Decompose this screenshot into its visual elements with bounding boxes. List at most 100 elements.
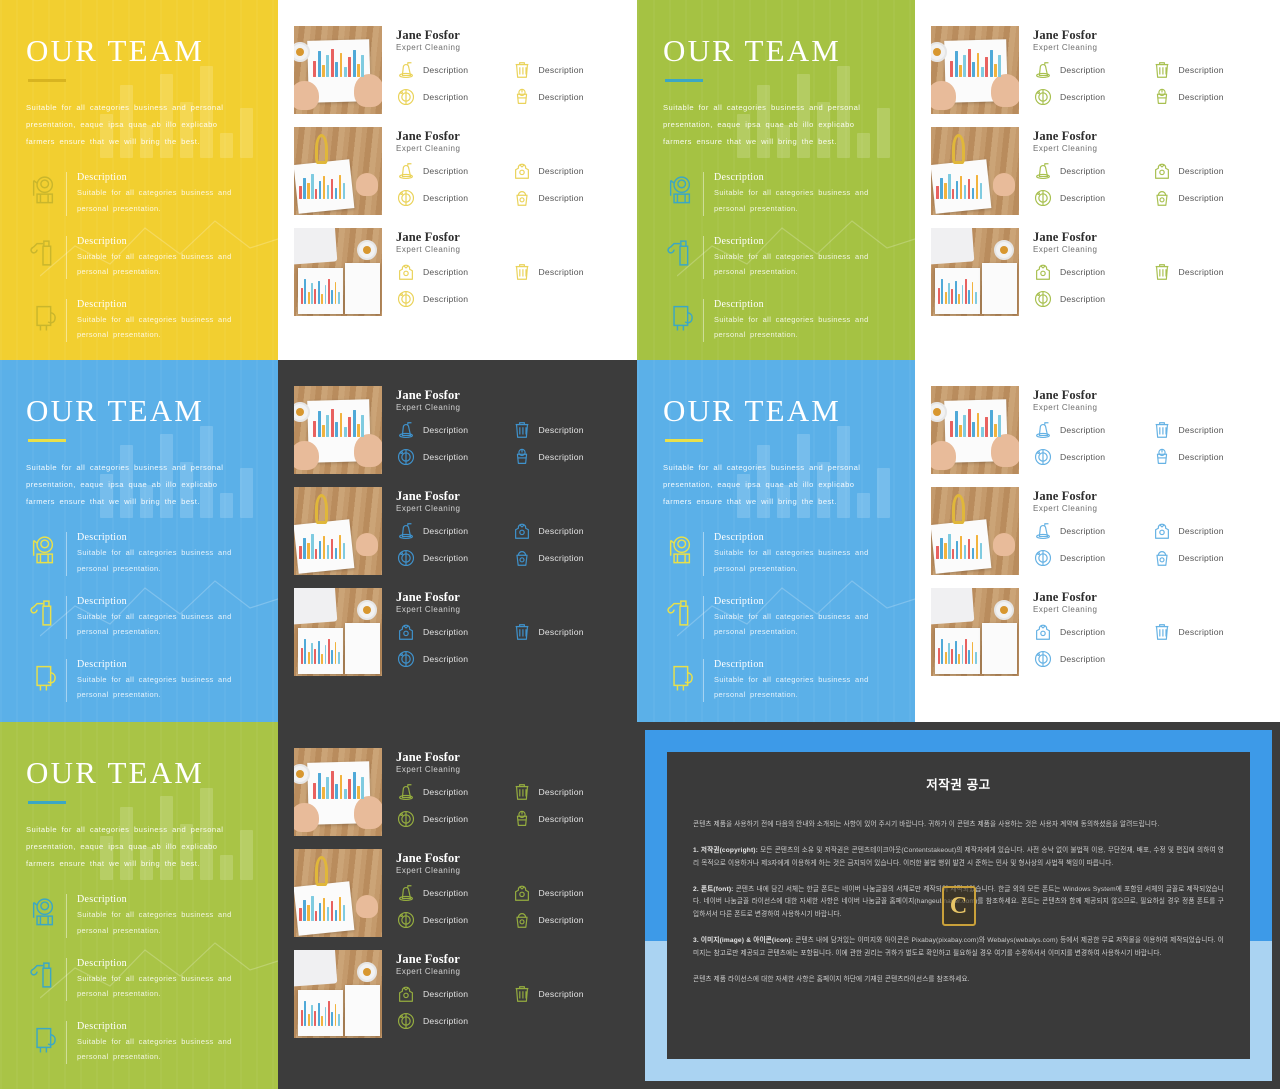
service-item-label: Description: [423, 553, 469, 564]
slide-copyright[interactable]: 저작권 공고 콘텐츠 제품을 사용하기 전에 다음의 안내와 소개되는 사항이 …: [637, 722, 1280, 1089]
feature-item[interactable]: Description Suitable for all categories …: [26, 299, 252, 343]
service-item[interactable]: Description: [512, 883, 624, 903]
title-rule: [28, 439, 66, 443]
service-item[interactable]: Description: [396, 1011, 508, 1031]
service-item-label: Description: [1178, 65, 1224, 76]
service-item[interactable]: Description: [1152, 420, 1267, 440]
feature-item[interactable]: Description Suitable for all categories …: [26, 235, 252, 280]
service-item[interactable]: Description: [1152, 87, 1267, 107]
service-item-label: Description: [1178, 267, 1224, 278]
service-item[interactable]: Description: [512, 910, 624, 930]
service-item[interactable]: Description: [1033, 622, 1148, 642]
service-item[interactable]: Description: [396, 60, 508, 80]
service-item[interactable]: Description: [1152, 521, 1267, 541]
slide-green[interactable]: OUR TEAM Suitable for all categories bus…: [637, 0, 1280, 360]
feature-item[interactable]: Description Suitable for all categories …: [26, 659, 252, 703]
service-item[interactable]: Description: [512, 262, 624, 282]
member-card[interactable]: Jane Fosfor Expert Cleaning Description Des…: [294, 26, 623, 114]
feature-item[interactable]: Description Suitable for all categories …: [26, 1021, 252, 1065]
member-card[interactable]: Jane Fosfor Expert Cleaning Description Des…: [294, 588, 623, 676]
service-item[interactable]: Description: [396, 984, 508, 1004]
service-item[interactable]: Description: [512, 60, 624, 80]
feature-item[interactable]: Description Suitable for all categories …: [663, 595, 889, 640]
feature-item[interactable]: Description Suitable for all categories …: [663, 659, 889, 703]
service-item[interactable]: Description: [396, 883, 508, 903]
service-item[interactable]: Description: [396, 910, 508, 930]
divider: [66, 532, 67, 576]
slide-yellow[interactable]: OUR TEAM Suitable for all categories bus…: [0, 0, 637, 360]
feature-item[interactable]: Description Suitable for all categories …: [26, 532, 252, 576]
feature-item[interactable]: Description Suitable for all categories …: [663, 299, 889, 343]
service-item[interactable]: Description: [1033, 87, 1148, 107]
left-panel: OUR TEAM Suitable for all categories bus…: [637, 360, 915, 722]
service-item[interactable]: Description: [396, 521, 508, 541]
member-card[interactable]: Jane Fosfor Expert Cleaning Description Des…: [931, 127, 1266, 215]
member-card[interactable]: Jane Fosfor Expert Cleaning Description Des…: [931, 26, 1266, 114]
member-card[interactable]: Jane Fosfor Expert Cleaning Description Des…: [931, 228, 1266, 316]
member-card[interactable]: Jane Fosfor Expert Cleaning Description Des…: [294, 748, 623, 836]
service-item[interactable]: Description: [512, 984, 624, 1004]
member-card[interactable]: Jane Fosfor Expert Cleaning Description Des…: [931, 588, 1266, 676]
feature-item[interactable]: Description Suitable for all categories …: [26, 172, 252, 216]
member-card[interactable]: Jane Fosfor Expert Cleaning Description Des…: [931, 386, 1266, 474]
service-item[interactable]: Description: [1033, 420, 1148, 440]
service-item[interactable]: Description: [1152, 622, 1267, 642]
service-item[interactable]: Description: [1152, 447, 1267, 467]
service-item[interactable]: Description: [512, 521, 624, 541]
service-item[interactable]: Description: [396, 262, 508, 282]
service-item[interactable]: Description: [1152, 188, 1267, 208]
service-item[interactable]: Description: [1033, 649, 1148, 669]
service-item[interactable]: Description: [396, 447, 508, 467]
feature-item[interactable]: Description Suitable for all categories …: [26, 894, 252, 938]
feature-item[interactable]: Description Suitable for all categories …: [26, 957, 252, 1002]
hand-wipe-icon: [663, 299, 697, 333]
service-item[interactable]: Description: [1152, 161, 1267, 181]
service-item[interactable]: Description: [512, 188, 624, 208]
member-card[interactable]: Jane Fosfor Expert Cleaning Description Des…: [294, 950, 623, 1038]
service-item[interactable]: Description: [396, 622, 508, 642]
member-info: Jane Fosfor Expert Cleaning Description Des…: [396, 487, 623, 575]
member-card[interactable]: Jane Fosfor Expert Cleaning Description Des…: [931, 487, 1266, 575]
member-card[interactable]: Jane Fosfor Expert Cleaning Description Des…: [294, 849, 623, 937]
slide-blue-white[interactable]: OUR TEAM Suitable for all categories bus…: [637, 360, 1280, 722]
service-item[interactable]: Description: [512, 447, 624, 467]
service-item[interactable]: Description: [512, 548, 624, 568]
service-item[interactable]: Description: [512, 622, 624, 642]
service-item[interactable]: Description: [1152, 262, 1267, 282]
service-item[interactable]: Description: [396, 809, 508, 829]
service-item[interactable]: Description: [1033, 521, 1148, 541]
service-item[interactable]: Description: [1033, 289, 1148, 309]
service-item[interactable]: Description: [512, 809, 624, 829]
service-item[interactable]: Description: [396, 87, 508, 107]
service-item[interactable]: Description: [1033, 447, 1148, 467]
service-item[interactable]: Description: [512, 420, 624, 440]
member-card[interactable]: Jane Fosfor Expert Cleaning Description Des…: [294, 228, 623, 316]
feature-item[interactable]: Description Suitable for all categories …: [663, 235, 889, 280]
member-card[interactable]: Jane Fosfor Expert Cleaning Description Des…: [294, 487, 623, 575]
service-item[interactable]: Description: [396, 161, 508, 181]
service-item[interactable]: Description: [396, 782, 508, 802]
service-item[interactable]: Description: [1152, 60, 1267, 80]
service-item[interactable]: Description: [396, 289, 508, 309]
slide-green-dark[interactable]: OUR TEAM Suitable for all categories bus…: [0, 722, 637, 1089]
service-item[interactable]: Description: [396, 420, 508, 440]
member-card[interactable]: Jane Fosfor Expert Cleaning Description Des…: [294, 386, 623, 474]
feature-item[interactable]: Description Suitable for all categories …: [663, 172, 889, 216]
service-item[interactable]: Description: [512, 161, 624, 181]
feature-item[interactable]: Description Suitable for all categories …: [26, 595, 252, 640]
service-item[interactable]: Description: [396, 649, 508, 669]
service-item[interactable]: Description: [512, 87, 624, 107]
service-item[interactable]: Description: [1033, 161, 1148, 181]
service-item[interactable]: Description: [1033, 188, 1148, 208]
service-item[interactable]: Description: [1033, 262, 1148, 282]
member-card[interactable]: Jane Fosfor Expert Cleaning Description Des…: [294, 127, 623, 215]
service-item[interactable]: Description: [512, 782, 624, 802]
service-item[interactable]: Description: [1152, 548, 1267, 568]
service-item[interactable]: Description: [396, 548, 508, 568]
feature-item[interactable]: Description Suitable for all categories …: [663, 532, 889, 576]
member-service-list: Description Description Description Descrip…: [1033, 420, 1266, 467]
service-item[interactable]: Description: [1033, 548, 1148, 568]
service-item[interactable]: Description: [396, 188, 508, 208]
service-item[interactable]: Description: [1033, 60, 1148, 80]
slide-blue-dark[interactable]: OUR TEAM Suitable for all categories bus…: [0, 360, 637, 722]
